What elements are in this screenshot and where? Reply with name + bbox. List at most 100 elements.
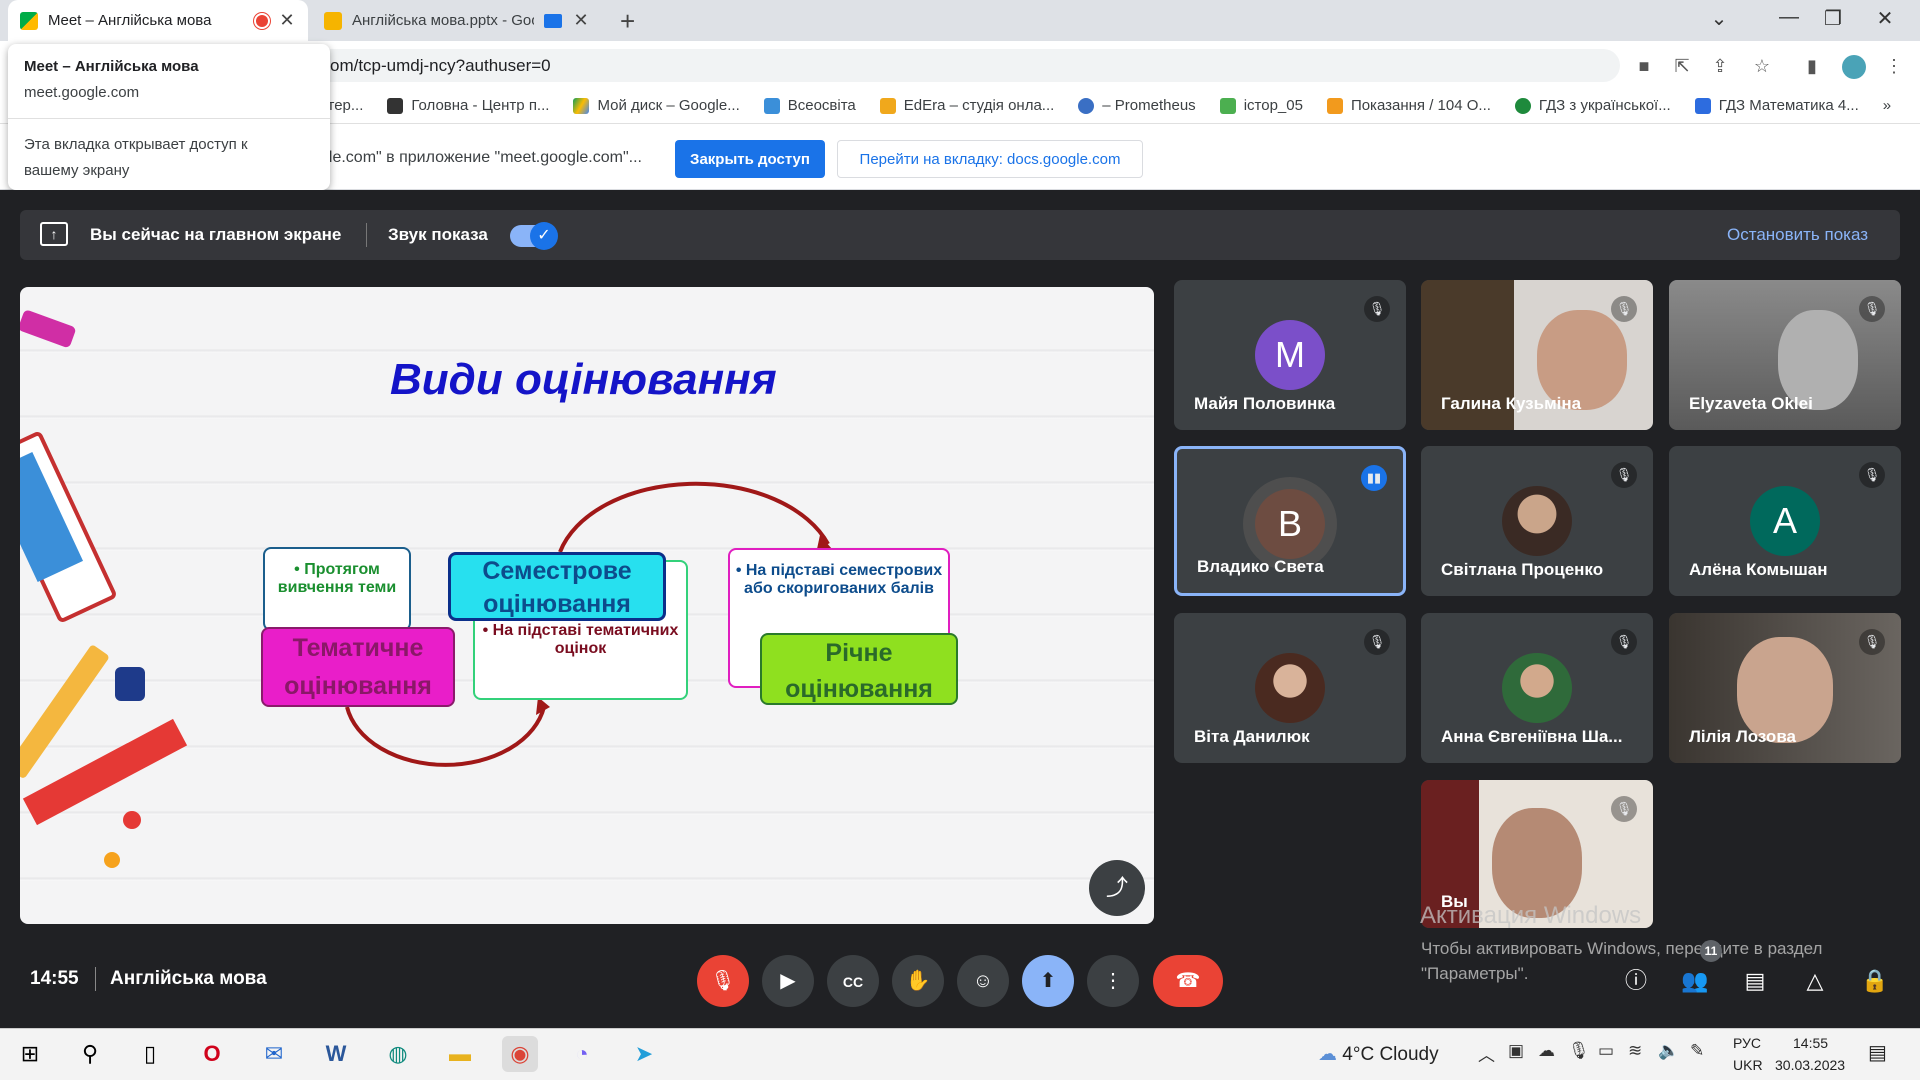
search-icon[interactable]: ⚲ <box>72 1036 108 1072</box>
url-input[interactable]: om/tcp-umdj-ncy?authuser=0 <box>290 49 1620 82</box>
more-vert-icon: ⋮ <box>1103 970 1123 992</box>
bookmark-item[interactable]: Показання / 104 О... <box>1326 97 1491 114</box>
cloud-icon: ☁ <box>1318 1044 1343 1065</box>
share-icon[interactable]: ⤴ <box>1089 860 1145 916</box>
weather-text: 4°C Cloudy <box>1342 1044 1439 1065</box>
activities-icon[interactable]: △ <box>1797 963 1833 999</box>
mic-off-icon: 🎙 <box>1611 796 1637 822</box>
host-controls-icon[interactable]: 🔒 <box>1857 963 1893 999</box>
present-button[interactable]: ⬆ <box>1022 955 1074 1007</box>
captions-button[interactable]: CC <box>827 955 879 1007</box>
hover-card-title: Meet – Англійська мова <box>24 58 199 75</box>
close-icon[interactable]: ✕ <box>278 10 296 31</box>
participant-tile[interactable]: 🎙 Віта Данилюк <box>1174 613 1406 763</box>
more-options-button[interactable]: ⋮ <box>1087 955 1139 1007</box>
participant-tile[interactable]: A 🎙 Алёна Комышан <box>1669 446 1901 596</box>
new-tab-button[interactable]: + <box>620 6 635 37</box>
tab-search-icon[interactable]: ⌄ <box>1704 6 1734 31</box>
bookmarks-overflow[interactable]: » <box>1883 97 1891 114</box>
viber-icon[interactable]: ◔ <box>564 1036 600 1072</box>
leave-call-button[interactable]: ☎ <box>1153 955 1223 1007</box>
tab-meet[interactable]: Meet – Англійська мова ✕ <box>8 0 308 41</box>
reactions-button[interactable]: ☺ <box>957 955 1009 1007</box>
bookmark-star-icon[interactable]: ☆ <box>1748 52 1776 80</box>
share-audio-label: Звук показа <box>388 225 488 244</box>
opera-icon[interactable]: O <box>194 1036 230 1072</box>
bookmark-item[interactable]: – Prometheus <box>1078 97 1196 114</box>
mic-toggle-button[interactable]: 🎙 <box>697 955 749 1007</box>
cloud-tray-icon[interactable]: ☁ <box>1538 1041 1555 1061</box>
snowflake-icon <box>763 97 780 114</box>
word-icon[interactable]: W <box>318 1036 354 1072</box>
windows-start-icon[interactable]: ⊞ <box>12 1036 48 1072</box>
divider <box>95 967 96 991</box>
camera-toggle-button[interactable]: ▶ <box>762 955 814 1007</box>
table-icon <box>1326 97 1343 114</box>
slide-box-annual: Річне оцінювання <box>760 633 958 705</box>
close-icon[interactable]: ✕ <box>572 10 590 31</box>
participant-tile[interactable]: 🎙 Анна Євгеніївна Ша... <box>1421 613 1653 763</box>
check-icon[interactable]: ✓ <box>530 222 558 250</box>
battery-icon[interactable]: ▭ <box>1598 1041 1614 1061</box>
mic-off-icon: 🎙 <box>1364 296 1390 322</box>
pin-icon <box>1078 97 1095 114</box>
notification-icon[interactable]: ▤ <box>1868 1040 1887 1065</box>
sidebar-icon[interactable]: ▮ <box>1798 52 1826 80</box>
mail-icon[interactable]: ✉ <box>256 1036 292 1072</box>
menu-icon[interactable]: ⋮ <box>1880 52 1908 80</box>
input-language[interactable]: РУС <box>1733 1035 1761 1051</box>
bookmark-item[interactable]: EdEra – студія онла... <box>879 97 1054 114</box>
file-explorer-icon[interactable]: ▬ <box>442 1036 478 1072</box>
bookmark-item[interactable]: Мой диск – Google... <box>573 97 740 114</box>
go-to-tab-button[interactable]: Перейти на вкладку: docs.google.com <box>837 140 1143 178</box>
tray-overflow-icon[interactable]: ︿ <box>1478 1041 1495 1066</box>
maximize-button[interactable]: ❐ <box>1818 6 1848 31</box>
raise-hand-button[interactable]: ✋ <box>892 955 944 1007</box>
participant-tile[interactable]: 🎙 Світлана Проценко <box>1421 446 1653 596</box>
telegram-icon[interactable]: ➤ <box>626 1036 662 1072</box>
close-window-button[interactable]: ✕ <box>1870 6 1900 31</box>
participant-name: Світлана Проценко <box>1441 560 1604 579</box>
board-icon <box>1219 97 1236 114</box>
bookmark-item[interactable]: ГДЗ з української... <box>1514 97 1671 114</box>
participant-tile-active[interactable]: B ▮▮ Владико Света <box>1174 446 1406 596</box>
wifi-icon[interactable]: ≋ <box>1628 1041 1642 1061</box>
mic-off-icon: 🎙 <box>1859 462 1885 488</box>
people-icon[interactable]: 👥 <box>1677 963 1713 999</box>
mic-tray-icon[interactable]: 🎙 <box>1568 1041 1590 1061</box>
participant-tile[interactable]: 🎙 Лілія Лозова <box>1669 613 1901 763</box>
system-date[interactable]: 30.03.2023 <box>1775 1057 1845 1073</box>
participant-tile[interactable]: 🎙 Галина Кузьміна <box>1421 280 1653 430</box>
stop-sharing-button[interactable]: Закрыть доступ <box>675 140 825 178</box>
weather-widget[interactable]: ☁ 4°C Cloudy <box>1318 1043 1439 1066</box>
meet-tray-icon[interactable]: ▣ <box>1508 1041 1524 1061</box>
stop-presenting-button[interactable]: Остановить показ <box>1727 225 1868 245</box>
presenting-status: Вы сейчас на главном экране <box>90 225 342 244</box>
chrome-icon[interactable]: ◉ <box>502 1036 538 1072</box>
open-external-icon[interactable]: ⇱ <box>1668 52 1696 80</box>
avatar: M <box>1255 320 1325 390</box>
participant-tile[interactable]: 🎙 Elyzaveta Oklei <box>1669 280 1901 430</box>
meeting-name: Англійська мова <box>110 968 267 989</box>
pen-icon[interactable]: ✎ <box>1690 1041 1704 1061</box>
bookmark-item[interactable]: Всеосвіта <box>763 97 856 114</box>
bookmark-item[interactable]: Головна - Центр п... <box>387 97 549 114</box>
tab-slides[interactable]: Англійська мова.pptx - Goo ✕ <box>312 0 602 41</box>
bookmark-item[interactable]: ГДЗ Математика 4... <box>1694 97 1859 114</box>
edge-icon[interactable]: ◍ <box>380 1036 416 1072</box>
avatar-photo <box>1255 653 1325 723</box>
system-time[interactable]: 14:55 <box>1793 1035 1828 1051</box>
chat-icon[interactable]: ▤ <box>1737 963 1773 999</box>
minimize-button[interactable]: — <box>1774 6 1804 29</box>
shield-icon <box>1694 97 1711 114</box>
center-icon <box>387 97 404 114</box>
meeting-details-icon[interactable]: ⓘ <box>1618 963 1654 999</box>
task-view-icon[interactable]: ▯ <box>132 1036 168 1072</box>
camera-icon[interactable]: ■ <box>1630 52 1658 80</box>
participant-tile[interactable]: M 🎙 Майя Половинка <box>1174 280 1406 430</box>
bookmark-item[interactable]: істор_05 <box>1219 97 1303 114</box>
keyboard-layout[interactable]: UKR <box>1733 1057 1763 1073</box>
volume-icon[interactable]: 🔈 <box>1658 1041 1679 1061</box>
share-icon[interactable]: ⇪ <box>1706 52 1734 80</box>
profile-avatar[interactable] <box>1840 52 1868 80</box>
